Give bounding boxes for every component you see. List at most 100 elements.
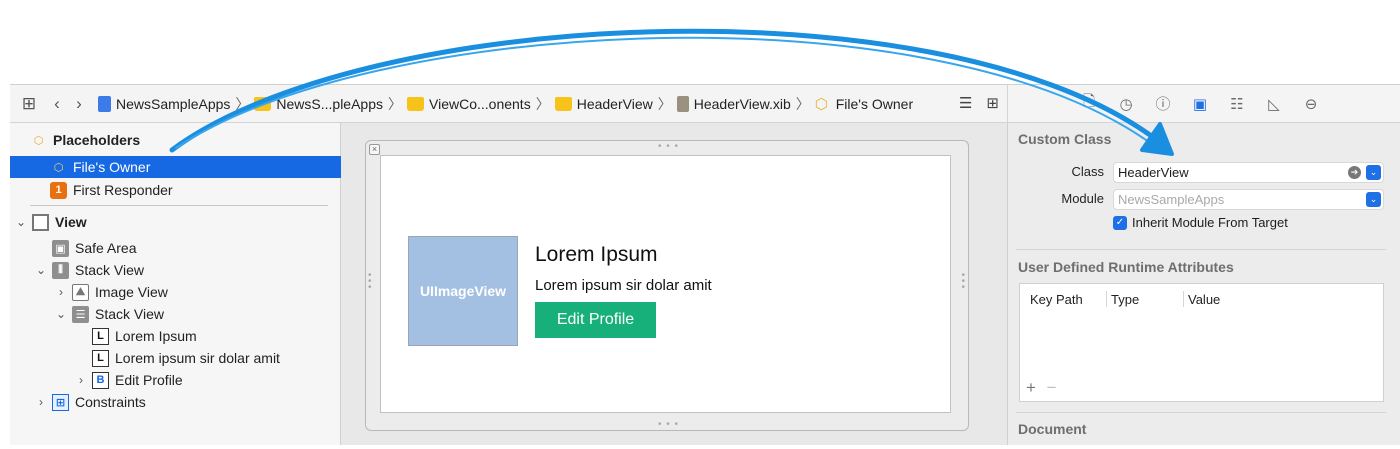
outline-item-first-responder[interactable]: 1 First Responder [10, 179, 341, 201]
xcode-interface-builder-window: ⊞ ‹ › NewsSampleApps 〉 NewsS...pleApps 〉… [10, 84, 1400, 445]
editor-options: ☰ ⊞ [959, 94, 999, 112]
outline-divider [30, 205, 328, 206]
disclosure-open-icon[interactable]: ⌄ [14, 215, 28, 229]
file-inspector-icon[interactable]: 🗋 [1078, 91, 1100, 116]
column-header-key-path[interactable]: Key Path [1030, 292, 1083, 307]
document-outline: ⬡ Placeholders ⬡ File's Owner 1 First Re… [10, 123, 341, 445]
runtime-attributes-table[interactable]: Key Path Type Value + − [1019, 283, 1384, 402]
outline-item-stack-view[interactable]: ⌄ ⦀ Stack View [10, 259, 341, 281]
resize-handle-left[interactable]: • • • [368, 271, 373, 293]
header-view[interactable]: UIImageView Lorem Ipsum Lorem ipsum sir … [380, 155, 951, 413]
inherit-module-row[interactable]: ✓ Inherit Module From Target [1113, 215, 1288, 230]
chevron-right-icon: 〉 [795, 95, 810, 112]
label-icon: L [92, 349, 109, 367]
outline-item-inner-stack-view[interactable]: ⌄ ☰ Stack View [10, 303, 341, 325]
outline-item-edit-profile[interactable]: › B Edit Profile [10, 369, 341, 391]
disclosure-closed-icon[interactable]: › [34, 395, 48, 409]
forward-chevron-icon[interactable]: › [68, 94, 90, 114]
outline-label: Safe Area [75, 240, 137, 256]
module-field[interactable]: NewsSampleApps ⌄ [1113, 189, 1384, 210]
outline-item-label-lorem-ipsum[interactable]: L Lorem Ipsum [10, 325, 341, 347]
resize-handle-bottom[interactable]: • • • [658, 419, 679, 430]
breadcrumb-label: NewsS...pleApps [276, 95, 383, 112]
chevron-right-icon: 〉 [388, 95, 402, 112]
breadcrumb-label: ViewCo...onents [429, 95, 531, 112]
outline-item-label-lorem-sub[interactable]: L Lorem ipsum sir dolar amit [10, 347, 341, 369]
breadcrumb-item-group[interactable]: NewsS...pleApps [254, 96, 383, 112]
outline-item-view[interactable]: ⌄ View [10, 211, 341, 233]
attributes-inspector-icon[interactable]: ☷ [1226, 95, 1248, 113]
disclosure-closed-icon[interactable]: › [54, 285, 68, 299]
subtitle-label[interactable]: Lorem ipsum sir dolar amit [535, 277, 712, 294]
back-chevron-icon[interactable]: ‹ [46, 94, 68, 114]
breadcrumb-item-xib[interactable]: HeaderView.xib [676, 95, 791, 112]
resize-handle-top[interactable]: • • • [658, 141, 679, 152]
breadcrumb-label: NewsSampleApps [116, 95, 231, 112]
title-label[interactable]: Lorem Ipsum [535, 243, 658, 267]
outline-label: Image View [95, 284, 168, 300]
related-items-icon[interactable]: ⊞ [18, 94, 40, 114]
add-editor-icon[interactable]: ⊞ [986, 94, 999, 112]
outline-label: Placeholders [53, 132, 141, 148]
column-header-type[interactable]: Type [1111, 292, 1139, 307]
breadcrumb-label: File's Owner [835, 95, 914, 112]
history-inspector-icon[interactable]: ◷ [1115, 95, 1137, 113]
outline-item-files-owner[interactable]: ⬡ File's Owner [10, 156, 341, 178]
class-field[interactable]: HeaderView ➔ ⌄ [1113, 162, 1384, 183]
outline-label: Stack View [95, 306, 164, 322]
xib-file-icon [676, 95, 689, 112]
size-inspector-icon[interactable]: ◺ [1263, 95, 1285, 113]
breadcrumb-item-project[interactable]: NewsSampleApps [98, 95, 231, 112]
breadcrumb-item-headerview-folder[interactable]: HeaderView [554, 96, 653, 112]
resize-handle-right[interactable]: • • • [961, 271, 966, 293]
outline-label: View [55, 214, 87, 230]
close-icon[interactable]: × [369, 144, 380, 155]
outline-label: Constraints [75, 394, 146, 410]
folder-icon [554, 96, 572, 111]
image-view-icon: ⛰ [72, 283, 89, 301]
identity-inspector-icon[interactable]: ▣ [1189, 95, 1211, 113]
connections-inspector-icon[interactable]: ⊖ [1300, 95, 1322, 113]
outline-item-image-view[interactable]: › ⛰ Image View [10, 281, 341, 303]
disclosure-open-icon[interactable]: ⌄ [54, 307, 68, 321]
view-icon [32, 213, 49, 231]
breadcrumb: NewsSampleApps 〉 NewsS...pleApps 〉 ViewC… [98, 94, 913, 114]
class-label: Class [1071, 164, 1104, 179]
chevron-down-icon[interactable]: ⌄ [1366, 192, 1381, 207]
quick-help-icon[interactable]: ⓘ [1152, 93, 1174, 114]
remove-icon[interactable]: − [1047, 378, 1057, 397]
checkbox-checked-icon[interactable]: ✓ [1113, 215, 1127, 230]
project-icon [98, 95, 111, 112]
section-title-udra: User Defined Runtime Attributes [1018, 259, 1234, 275]
add-icon[interactable]: + [1026, 378, 1036, 397]
table-controls: + − [1026, 378, 1057, 398]
outline-label: First Responder [73, 182, 173, 198]
module-placeholder: NewsSampleApps [1118, 192, 1225, 207]
jump-bar: ⊞ ‹ › NewsSampleApps 〉 NewsS...pleApps 〉… [10, 85, 1007, 123]
image-view[interactable]: UIImageView [408, 236, 518, 346]
edit-profile-button[interactable]: Edit Profile [535, 302, 656, 338]
column-header-value[interactable]: Value [1188, 292, 1220, 307]
outline-label: Edit Profile [115, 372, 183, 388]
disclosure-closed-icon[interactable]: › [74, 373, 88, 387]
canvas: × • • • • • • • • • • • • UIImageView Lorem … [341, 123, 1007, 445]
class-value: HeaderView [1118, 165, 1189, 180]
placeholder-cube-icon: ⬡ [53, 161, 64, 174]
breadcrumb-label: HeaderView.xib [693, 95, 791, 112]
outline-item-safe-area[interactable]: ▣ Safe Area [10, 237, 341, 259]
outline-item-constraints[interactable]: › ⊞ Constraints [10, 391, 341, 413]
outline-label: File's Owner [73, 159, 151, 175]
disclosure-open-icon[interactable]: ⌄ [34, 263, 48, 277]
go-arrow-icon[interactable]: ➔ [1348, 166, 1361, 179]
safe-area-icon: ▣ [52, 239, 69, 257]
outline-item-placeholders[interactable]: ⬡ Placeholders [30, 129, 361, 151]
editor-options-lines-icon[interactable]: ☰ [959, 94, 972, 112]
outline-label: Stack View [75, 262, 144, 278]
section-divider [1016, 412, 1386, 413]
breadcrumb-item-files-owner[interactable]: ⬡ File's Owner [815, 95, 913, 113]
horizontal-stack-icon: ⦀ [52, 261, 69, 279]
breadcrumb-item-viewcomponents[interactable]: ViewCo...onents [407, 96, 531, 112]
chevron-down-icon[interactable]: ⌄ [1366, 165, 1381, 180]
chevron-right-icon: 〉 [535, 95, 550, 112]
inspector-tab-bar: 🗋 ◷ ⓘ ▣ ☷ ◺ ⊖ [1007, 85, 1400, 123]
